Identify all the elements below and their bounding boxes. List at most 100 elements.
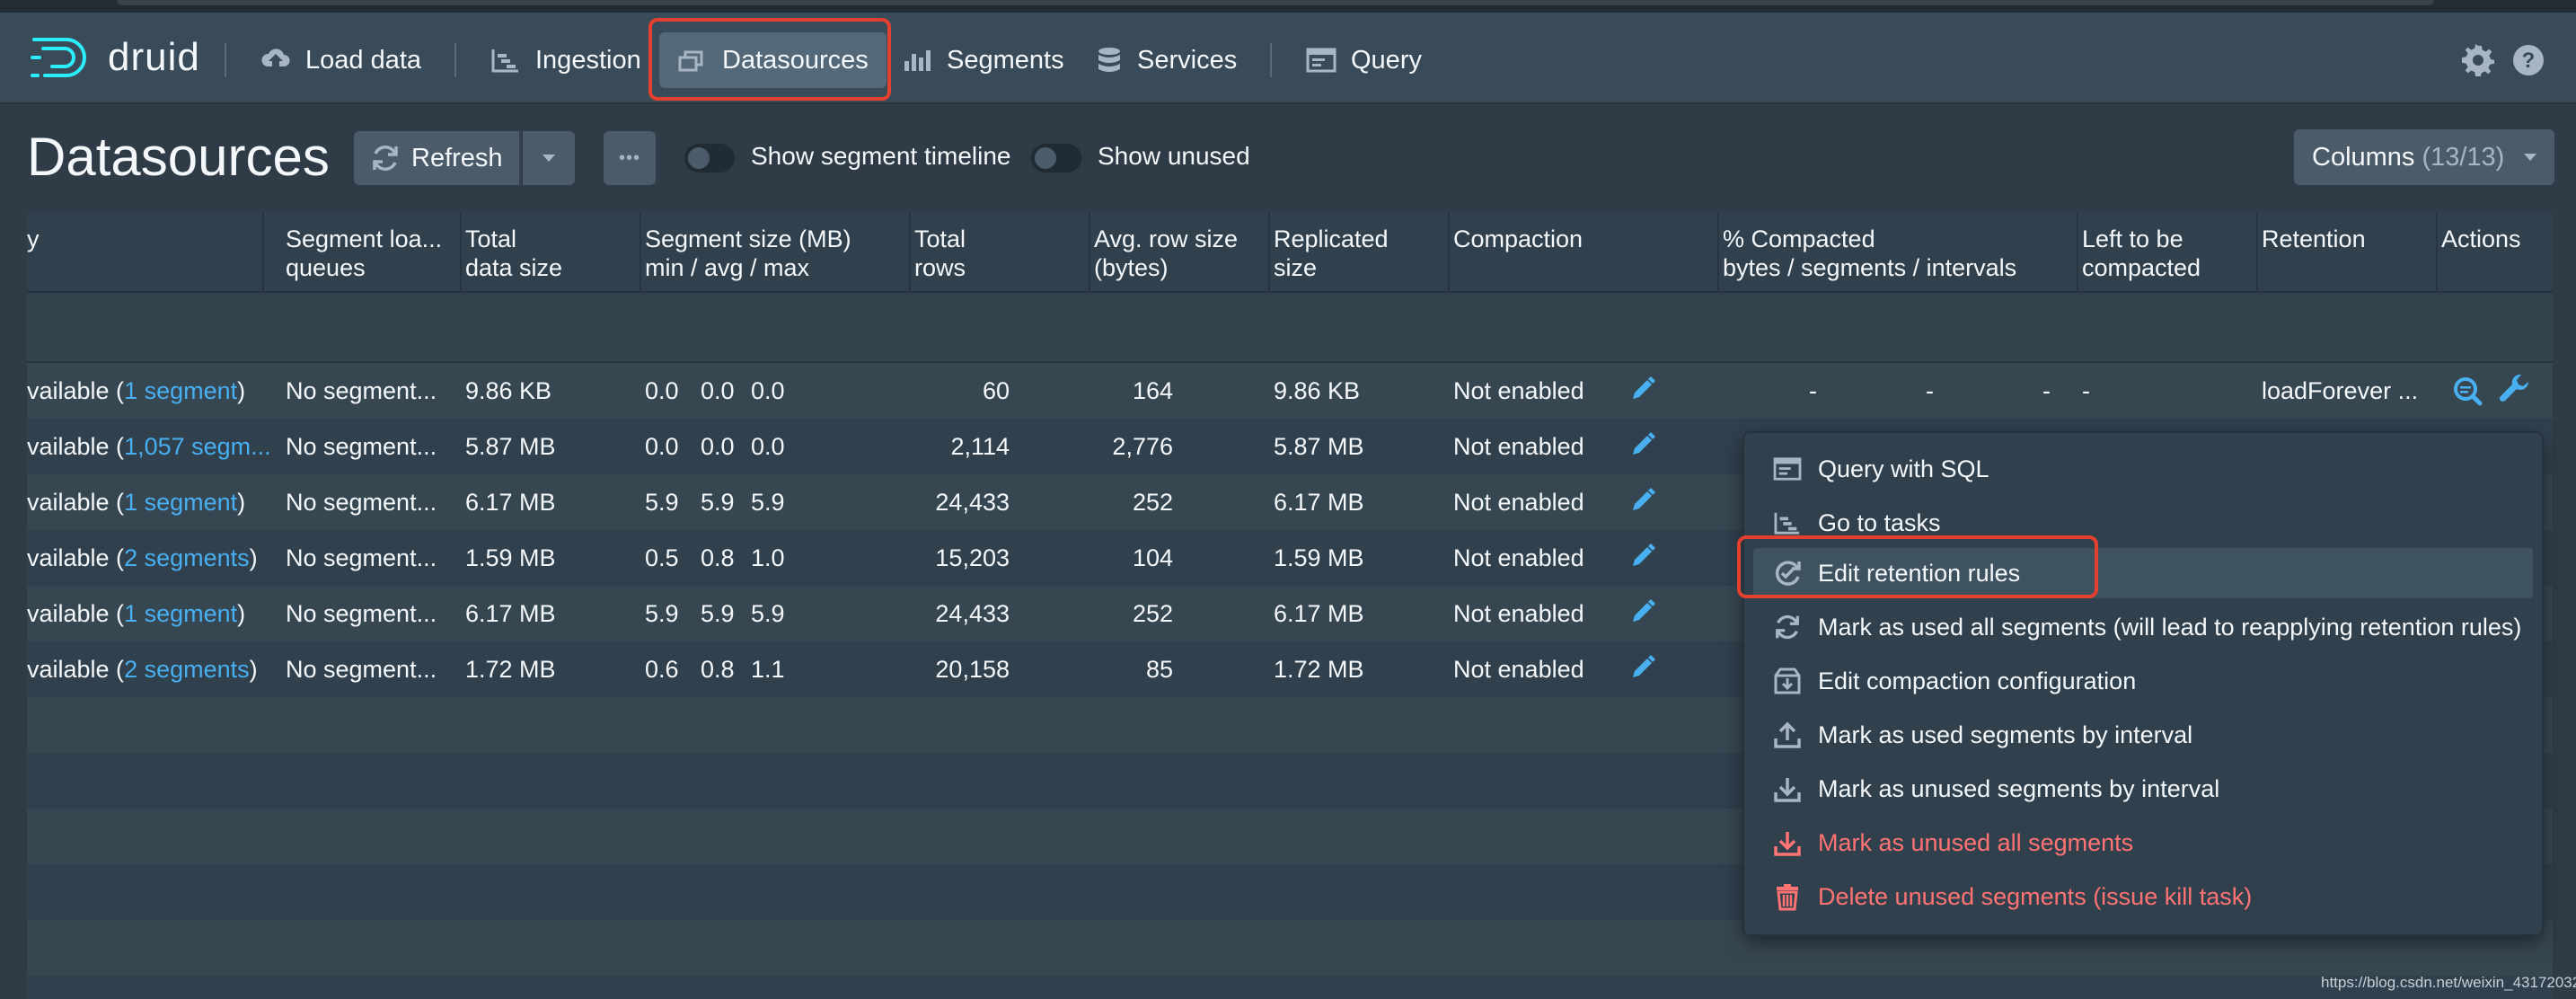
caret-down-icon — [2524, 154, 2537, 161]
refresh-icon — [1776, 614, 1799, 640]
compaction-cell: Not enabled — [1453, 433, 1584, 460]
columns-button[interactable]: Columns (13/13) — [2294, 129, 2554, 185]
col-separator[interactable] — [2077, 212, 2078, 293]
load-queues-cell: No segment... — [286, 377, 437, 404]
svg-text:?: ? — [2522, 49, 2536, 73]
segment-min-cell: 0.6 — [645, 656, 679, 683]
segment-avg-cell: 0.0 — [701, 433, 735, 460]
col-header-compaction[interactable]: Compaction — [1453, 225, 1583, 253]
edit-compaction-pencil-icon[interactable] — [1629, 543, 1656, 570]
col-separator[interactable] — [2256, 212, 2258, 293]
segments-link[interactable]: 2 segments — [124, 656, 250, 683]
col-separator[interactable] — [1268, 212, 1270, 293]
avg-row-size-cell: 85 — [1145, 656, 1173, 683]
nav-divider — [1270, 43, 1272, 77]
druid-logo[interactable]: druid — [31, 31, 200, 84]
nav-query[interactable]: Query — [1288, 32, 1440, 88]
replicated-size-cell: 9.86 KB — [1274, 377, 1361, 404]
upload-icon — [1774, 721, 1801, 748]
retention-cell[interactable]: loadForever ... — [2262, 377, 2418, 405]
menu-highlight-annotation — [1737, 535, 2098, 598]
columns-label: Columns — [2312, 142, 2415, 172]
table-row: vailable (1 segment) No segment... 9.86 … — [27, 363, 2553, 419]
filter-row[interactable] — [27, 295, 2553, 363]
nav-load-data[interactable]: Load data — [243, 32, 439, 88]
edit-compaction-pencil-icon[interactable] — [1629, 487, 1656, 514]
menu-item-label: Go to tasks — [1818, 508, 1941, 536]
col-header-replicated-size[interactable]: Replicated size — [1274, 225, 1389, 282]
nav-segments[interactable]: Segments — [884, 32, 1082, 88]
segment-min-cell: 0.0 — [645, 433, 679, 460]
database-icon — [1098, 48, 1120, 72]
col-separator[interactable] — [2436, 212, 2438, 293]
segment-avg-cell: 0.0 — [701, 377, 735, 404]
menu-delete-unused-segments[interactable]: Delete unused segments (issue kill task) — [1753, 871, 2533, 922]
segments-link[interactable]: 1 segment — [124, 377, 237, 404]
col-header-availability[interactable]: y — [27, 225, 40, 253]
edit-compaction-pencil-icon[interactable] — [1629, 598, 1656, 625]
col-separator[interactable] — [1717, 212, 1719, 293]
compaction-cell: Not enabled — [1453, 600, 1584, 627]
segment-timeline-toggle[interactable] — [684, 144, 735, 172]
avg-row-size-cell: 104 — [1132, 544, 1173, 571]
nav-services[interactable]: Services — [1078, 32, 1255, 88]
total-size-cell: 6.17 MB — [465, 489, 556, 516]
col-separator[interactable] — [640, 212, 641, 293]
col-header-actions: Actions — [2441, 225, 2521, 252]
edit-compaction-pencil-icon[interactable] — [1629, 376, 1656, 402]
help-icon[interactable]: ? — [2511, 43, 2545, 77]
replicated-size-cell: 6.17 MB — [1274, 600, 1364, 627]
menu-edit-compaction-config[interactable]: Edit compaction configuration — [1753, 656, 2533, 706]
col-header-load-queues[interactable]: Segment loa... queues — [286, 225, 442, 282]
more-button[interactable]: ••• — [604, 131, 656, 185]
replicated-size-cell: 1.59 MB — [1274, 544, 1364, 571]
gear-icon[interactable] — [2461, 43, 2495, 77]
total-size-cell: 5.87 MB — [465, 433, 556, 460]
segment-min-cell: 0.5 — [645, 544, 679, 571]
col-separator[interactable] — [262, 212, 264, 293]
wrench-icon[interactable] — [2499, 374, 2531, 406]
window-top-strip — [0, 0, 2576, 13]
col-separator[interactable] — [909, 212, 911, 293]
col-header-left-to-compact[interactable]: Left to be compacted — [2082, 225, 2201, 282]
segment-max-cell: 5.9 — [751, 600, 785, 627]
edit-compaction-pencil-icon[interactable] — [1629, 654, 1656, 681]
menu-mark-used-by-interval[interactable]: Mark as used segments by interval — [1753, 710, 2533, 760]
more-icon: ••• — [618, 147, 640, 168]
menu-mark-used-all-segments[interactable]: Mark as used all segments (will lead to … — [1753, 602, 2533, 652]
availability-cell: vailable (1 segment) — [27, 489, 246, 516]
col-separator[interactable] — [1448, 212, 1450, 293]
refresh-options-button[interactable] — [523, 131, 575, 185]
col-header-total-rows[interactable]: Total rows — [914, 225, 966, 282]
avg-row-size-cell: 2,776 — [1112, 433, 1173, 460]
nav-ingestion[interactable]: Ingestion — [472, 32, 659, 88]
navbar: druid Load data Ingestion Datasources Se… — [0, 13, 2576, 104]
col-separator[interactable] — [460, 212, 462, 293]
col-header-retention[interactable]: Retention — [2262, 225, 2366, 253]
menu-query-with-sql[interactable]: Query with SQL — [1753, 444, 2533, 494]
gantt-chart-icon — [491, 49, 518, 73]
segment-avg-cell: 5.9 — [701, 489, 735, 516]
menu-mark-unused-all-segments[interactable]: Mark as unused all segments — [1753, 818, 2533, 868]
menu-item-label: Delete unused segments (issue kill task) — [1818, 882, 2253, 910]
col-header-total-data-size[interactable]: Total data size — [465, 225, 562, 282]
segments-link[interactable]: 2 segments — [124, 544, 250, 571]
nav-query-label: Query — [1351, 45, 1422, 75]
total-size-cell: 1.72 MB — [465, 656, 556, 683]
menu-mark-unused-by-interval[interactable]: Mark as unused segments by interval — [1753, 764, 2533, 814]
col-header-pct-compacted[interactable]: % Compacted bytes / segments / intervals — [1723, 225, 2016, 282]
stacked-chart-icon — [904, 50, 931, 71]
col-header-avg-row-size[interactable]: Avg. row size (bytes) — [1094, 225, 1238, 282]
edit-compaction-pencil-icon[interactable] — [1629, 431, 1656, 458]
total-size-cell: 1.59 MB — [465, 544, 556, 571]
col-header-segment-size[interactable]: Segment size (MB) min / avg / max — [645, 225, 851, 282]
search-template-icon[interactable] — [2452, 376, 2483, 406]
load-queues-cell: No segment... — [286, 489, 437, 516]
menu-item-label: Edit compaction configuration — [1818, 667, 2137, 694]
segments-link[interactable]: 1,057 segm... — [124, 433, 271, 460]
segments-link[interactable]: 1 segment — [124, 489, 237, 516]
show-unused-toggle[interactable] — [1031, 144, 1081, 172]
col-separator[interactable] — [1089, 212, 1090, 293]
segments-link[interactable]: 1 segment — [124, 600, 237, 627]
refresh-button[interactable]: Refresh — [354, 131, 521, 185]
